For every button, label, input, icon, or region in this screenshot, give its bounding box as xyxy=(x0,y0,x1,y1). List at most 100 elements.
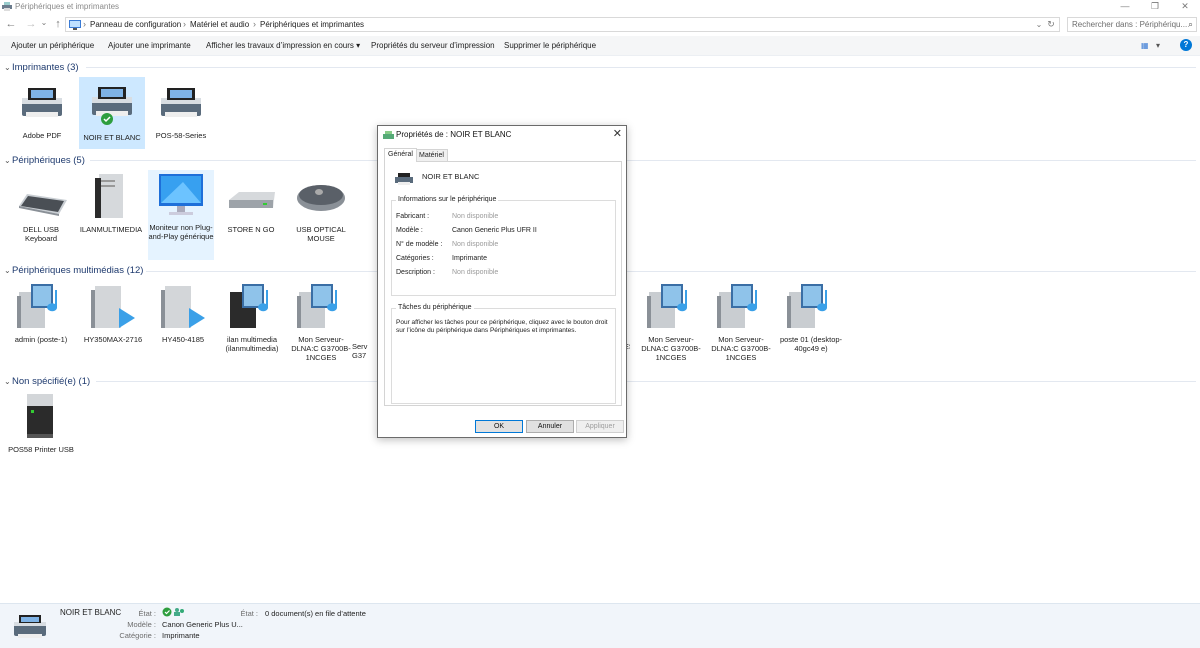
media-server-icon xyxy=(230,284,268,328)
recent-locations-icon[interactable]: ⌄ xyxy=(40,16,48,29)
group-title: Imprimantes (3) xyxy=(12,62,79,73)
maximize-button[interactable]: ❐ xyxy=(1140,0,1170,14)
ok-button[interactable]: OK xyxy=(475,420,523,433)
change-view-icon[interactable]: ▦ xyxy=(1141,41,1149,50)
breadcrumb-separator: › xyxy=(83,19,86,29)
device-info-group: Informations sur le périphérique Fabrica… xyxy=(391,196,616,296)
collapse-chevron-icon: ⌄ xyxy=(4,266,11,275)
device-pos58-printer-usb[interactable]: POS58 Printer USB xyxy=(8,392,74,476)
device-label: DELL USB Keyboard xyxy=(23,225,59,243)
tab-general[interactable]: Général xyxy=(384,148,417,162)
dialog-device-name: NOIR ET BLANC xyxy=(422,172,480,181)
apply-button[interactable]: Appliquer xyxy=(576,420,624,433)
device-label: NOIR ET BLANC xyxy=(83,133,141,142)
device-store-n-go[interactable]: STORE N GO xyxy=(218,172,284,256)
refresh-icon[interactable]: ↻ xyxy=(1046,18,1056,31)
collapse-chevron-icon: ⌄ xyxy=(4,156,11,165)
window-title: Périphériques et imprimantes xyxy=(15,2,120,11)
info-value-manufacturer: Non disponible xyxy=(452,213,499,220)
title-bar: Périphériques et imprimantes — ❐ ✕ xyxy=(0,0,1200,14)
dialog-close-button[interactable]: ✕ xyxy=(613,127,622,140)
device-generic-monitor[interactable]: Moniteur non Plug-and-Play générique xyxy=(148,170,214,260)
add-device-button[interactable]: Ajouter un périphérique xyxy=(11,41,94,50)
details-pane: NOIR ET BLANC État : État : 0 document(s… xyxy=(0,603,1200,648)
info-value-description: Non disponible xyxy=(452,269,499,276)
media-server-icon xyxy=(787,284,827,328)
close-button[interactable]: ✕ xyxy=(1170,0,1200,14)
forward-arrow-icon[interactable]: → xyxy=(25,18,37,31)
device-pos-58-series[interactable]: POS-58-Series xyxy=(148,78,214,148)
add-printer-button[interactable]: Ajouter une imprimante xyxy=(108,41,191,50)
tab-panel-general: NOIR ET BLANC Informations sur le périph… xyxy=(384,161,622,406)
device-noir-et-blanc[interactable]: NOIR ET BLANC xyxy=(79,77,145,149)
help-icon[interactable]: ? xyxy=(1180,39,1192,51)
cancel-button[interactable]: Annuler xyxy=(526,420,574,433)
breadcrumb-item-devices-printers[interactable]: Périphériques et imprimantes xyxy=(260,20,364,29)
group-divider xyxy=(96,381,1196,382)
media-device-dlna-4[interactable]: Mon Serveur-DLNA:C G3700B-1NCGES xyxy=(708,282,774,366)
device-usb-optical-mouse[interactable]: USB OPTICAL MOUSE xyxy=(288,172,354,256)
group-title: Non spécifié(e) (1) xyxy=(12,376,91,387)
group-header-devices[interactable]: ⌄Périphériques (5) xyxy=(4,155,85,166)
device-label: POS-58-Series xyxy=(155,131,207,140)
info-value-model-number: Non disponible xyxy=(452,241,499,248)
media-device-hy450[interactable]: HY450-4185 xyxy=(150,282,216,366)
media-device-poste-01[interactable]: poste 01 (desktop-40gc49 e) xyxy=(778,282,844,366)
device-label: ilan multimedia (ilanmultimedia) xyxy=(225,335,279,353)
info-label-model: Modèle : xyxy=(396,227,423,234)
info-label-model-number: N° de modèle : xyxy=(396,241,443,248)
device-label: Adobe PDF xyxy=(22,131,62,140)
remove-device-button[interactable]: Supprimer le périphérique xyxy=(504,41,596,50)
device-label: STORE N GO xyxy=(227,225,275,234)
breadcrumb-item-control-panel[interactable]: Panneau de configuration xyxy=(90,20,181,29)
group-title: Périphériques (5) xyxy=(12,155,85,166)
search-input[interactable]: Rechercher dans : Périphériqu... ⌕ xyxy=(1067,17,1197,32)
media-device-ilan-multimedia[interactable]: ilan multimedia (ilanmultimedia) xyxy=(219,282,285,366)
group-divider xyxy=(90,160,1196,161)
device-ilanmultimedia[interactable]: ILANMULTIMEDIA xyxy=(78,172,144,256)
info-value-categories: Imprimante xyxy=(452,255,488,262)
media-device-admin[interactable]: admin (poste-1) xyxy=(8,282,74,366)
info-value-model: Canon Generic Plus UFR II xyxy=(452,227,537,234)
device-adobe-pdf[interactable]: Adobe PDF xyxy=(9,78,75,148)
media-device-dlna-1[interactable]: Mon Serveur-DLNA:C G3700B-1NCGES xyxy=(288,282,354,366)
details-model-value: Canon Generic Plus U... xyxy=(162,620,243,629)
address-dropdown-icon[interactable]: ⌄ xyxy=(1034,18,1044,31)
keyboard-icon xyxy=(19,194,67,216)
group-header-multimedia[interactable]: ⌄Périphériques multimédias (12) xyxy=(4,265,143,276)
command-bar: Ajouter un périphérique Ajouter une impr… xyxy=(0,36,1200,56)
see-print-jobs-button[interactable]: Afficher les travaux d’impression en cou… xyxy=(206,41,360,50)
group-header-unspecified[interactable]: ⌄Non spécifié(e) (1) xyxy=(4,376,90,387)
device-label: Moniteur non Plug-and-Play générique xyxy=(148,223,214,241)
group-divider xyxy=(86,67,1196,68)
back-arrow-icon[interactable]: ← xyxy=(5,18,17,31)
group-title: Périphériques multimédias (12) xyxy=(12,265,144,276)
collapse-chevron-icon: ⌄ xyxy=(4,63,11,72)
unknown-device-icon xyxy=(27,394,53,438)
external-drive-icon xyxy=(229,192,275,208)
group-legend: Tâches du périphérique xyxy=(396,304,474,311)
device-dell-usb-keyboard[interactable]: DELL USB Keyboard xyxy=(8,172,74,256)
info-label-manufacturer: Fabricant : xyxy=(396,213,430,220)
media-server-icon xyxy=(297,284,337,328)
media-device-dlna-2-partial[interactable]: Serv G37 xyxy=(352,330,376,368)
media-server-icon xyxy=(717,284,757,328)
media-device-dlna-3[interactable]: Mon Serveur-DLNA:C G3700B-1NCGES xyxy=(638,282,704,366)
media-player-icon xyxy=(161,286,205,328)
devices-printers-window: Périphériques et imprimantes — ❐ ✕ ← → ⌄… xyxy=(0,0,1200,648)
group-header-printers[interactable]: ⌄Imprimantes (3) xyxy=(4,62,79,73)
minimize-button[interactable]: — xyxy=(1110,0,1140,14)
device-label: Mon Serveur-DLNA:C G3700B-1NCGES xyxy=(641,335,701,362)
up-arrow-icon[interactable]: ↑ xyxy=(52,18,64,31)
device-label: admin (poste-1) xyxy=(14,335,68,344)
info-label-categories: Catégories : xyxy=(396,255,434,262)
printer-icon xyxy=(92,87,132,125)
media-device-hy350max[interactable]: HY350MAX-2716 xyxy=(80,282,146,366)
breadcrumb-item-hardware-sound[interactable]: Matériel et audio xyxy=(190,20,249,29)
address-bar[interactable]: › Panneau de configuration › Matériel et… xyxy=(65,17,1060,32)
device-label: HY450-4185 xyxy=(161,335,205,344)
device-label: HY350MAX-2716 xyxy=(83,335,143,344)
view-options-icon[interactable]: ▾ xyxy=(1156,41,1160,50)
computer-tower-icon xyxy=(95,174,123,218)
print-server-properties-button[interactable]: Propriétés du serveur d’impression xyxy=(371,41,495,50)
